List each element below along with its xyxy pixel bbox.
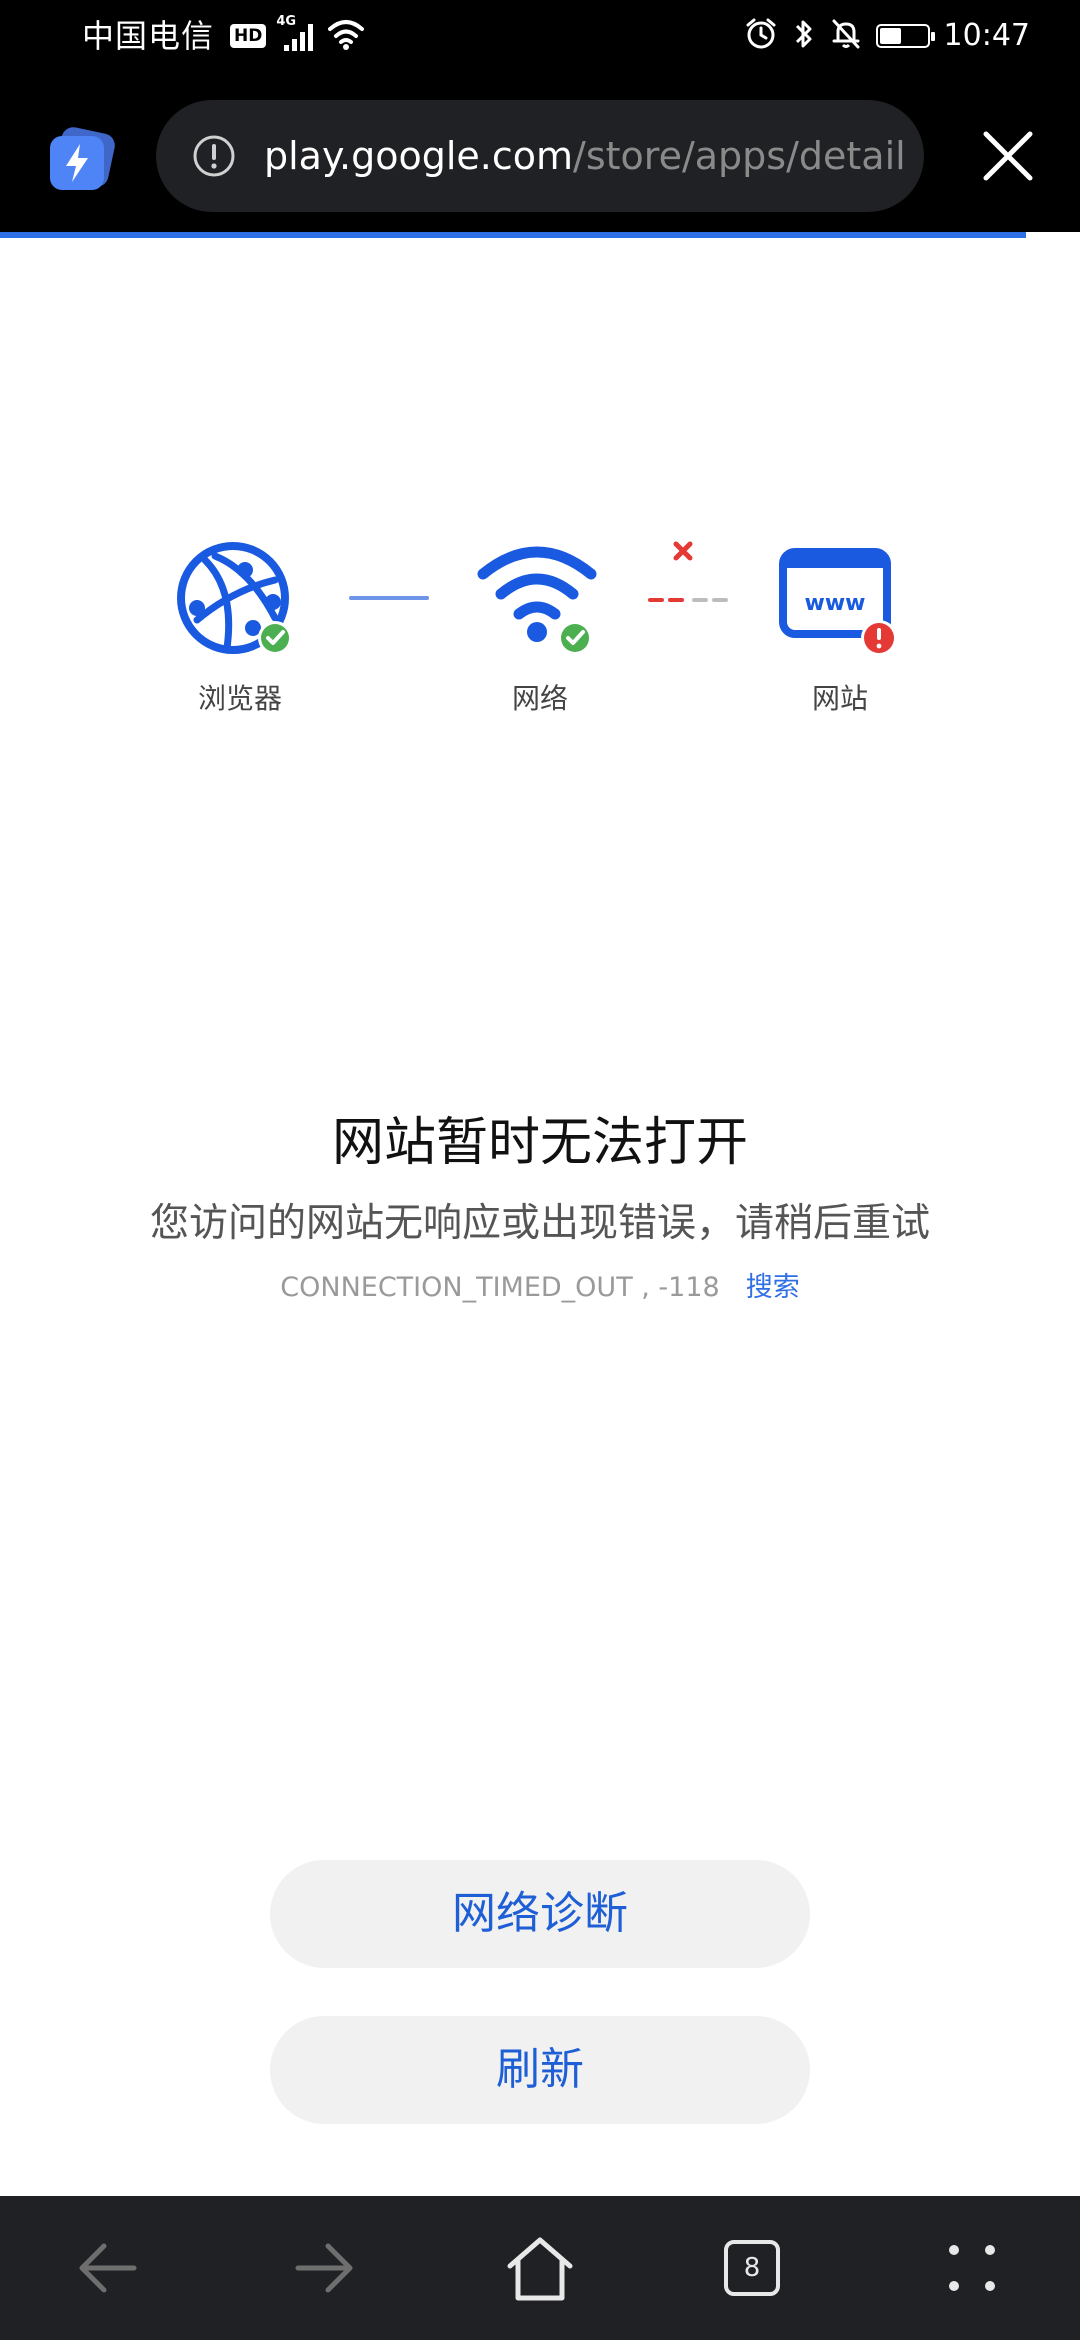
- connection-line-ok: [349, 596, 429, 600]
- wifi-icon: [477, 546, 597, 655]
- lightning-icon: [50, 127, 115, 190]
- error-title: 网站暂时无法打开: [331, 1113, 748, 1173]
- network-label: 网络: [511, 682, 568, 715]
- connection-diagram: 浏览器 网络 www 网站: [0, 530, 1080, 730]
- error-detail: CONNECTION_TIMED_OUT , -118 搜索: [0, 1270, 1080, 1306]
- bottom-navigation: 8: [0, 2196, 1080, 2340]
- more-dots-icon: [949, 2245, 995, 2291]
- search-link[interactable]: 搜索: [746, 1272, 800, 1303]
- app-switch-button[interactable]: [46, 126, 116, 196]
- browser-label: 浏览器: [197, 682, 282, 715]
- refresh-button[interactable]: 刷新: [270, 2016, 810, 2124]
- signal-icon: 4G: [276, 15, 316, 53]
- close-button[interactable]: [976, 124, 1040, 188]
- connection-broken-icon: [648, 541, 728, 602]
- address-bar[interactable]: play.google.com/store/apps/details?id=: [156, 100, 924, 212]
- website-label: 网站: [811, 682, 868, 715]
- network-diagnose-button[interactable]: 网络诊断: [270, 1860, 810, 1968]
- clock: 10:47: [943, 18, 1030, 53]
- progress-fill: [0, 232, 1026, 238]
- home-button[interactable]: [504, 2232, 576, 2304]
- menu-button[interactable]: [936, 2232, 1008, 2304]
- mute-bell-icon: [830, 17, 862, 55]
- site-info-icon[interactable]: [192, 134, 236, 178]
- status-left: 中国电信 HD 4G: [82, 14, 366, 58]
- browser-toolbar: play.google.com/store/apps/details?id=: [0, 72, 1080, 232]
- page-load-progress: [0, 232, 1080, 238]
- wifi-status-icon: [326, 17, 366, 55]
- forward-button[interactable]: [288, 2232, 360, 2304]
- hd-badge: HD: [230, 24, 267, 48]
- alarm-icon: [744, 17, 778, 55]
- back-arrow-icon: [79, 2243, 137, 2293]
- bluetooth-icon: [792, 17, 816, 55]
- error-code: CONNECTION_TIMED_OUT , -118: [280, 1272, 720, 1303]
- back-button[interactable]: [72, 2232, 144, 2304]
- battery-level: [879, 28, 901, 44]
- browser-node: 浏览器: [140, 530, 340, 716]
- network-node: 网络: [440, 530, 640, 716]
- www-text: www: [805, 591, 866, 616]
- url-path: /store/apps/details?id=: [573, 134, 904, 178]
- website-icon: www: [779, 548, 897, 656]
- url-text[interactable]: play.google.com/store/apps/details?id=: [264, 100, 904, 212]
- home-icon: [507, 2237, 573, 2301]
- website-node: www 网站: [740, 530, 940, 716]
- battery-icon: [875, 24, 935, 48]
- error-subtitle: 您访问的网站无响应或出现错误，请稍后重试: [149, 1201, 930, 1246]
- tab-count-icon: 8: [724, 2240, 780, 2296]
- close-icon: [983, 131, 1033, 181]
- carrier-name: 中国电信: [82, 17, 215, 55]
- url-host: play.google.com: [264, 134, 574, 178]
- status-bar: 中国电信 HD 4G 10:47: [0, 0, 1080, 72]
- forward-arrow-icon: [295, 2243, 353, 2293]
- status-right: 10:47: [744, 14, 1030, 58]
- tabs-button[interactable]: 8: [724, 2240, 796, 2312]
- browser-globe-icon: [177, 542, 292, 655]
